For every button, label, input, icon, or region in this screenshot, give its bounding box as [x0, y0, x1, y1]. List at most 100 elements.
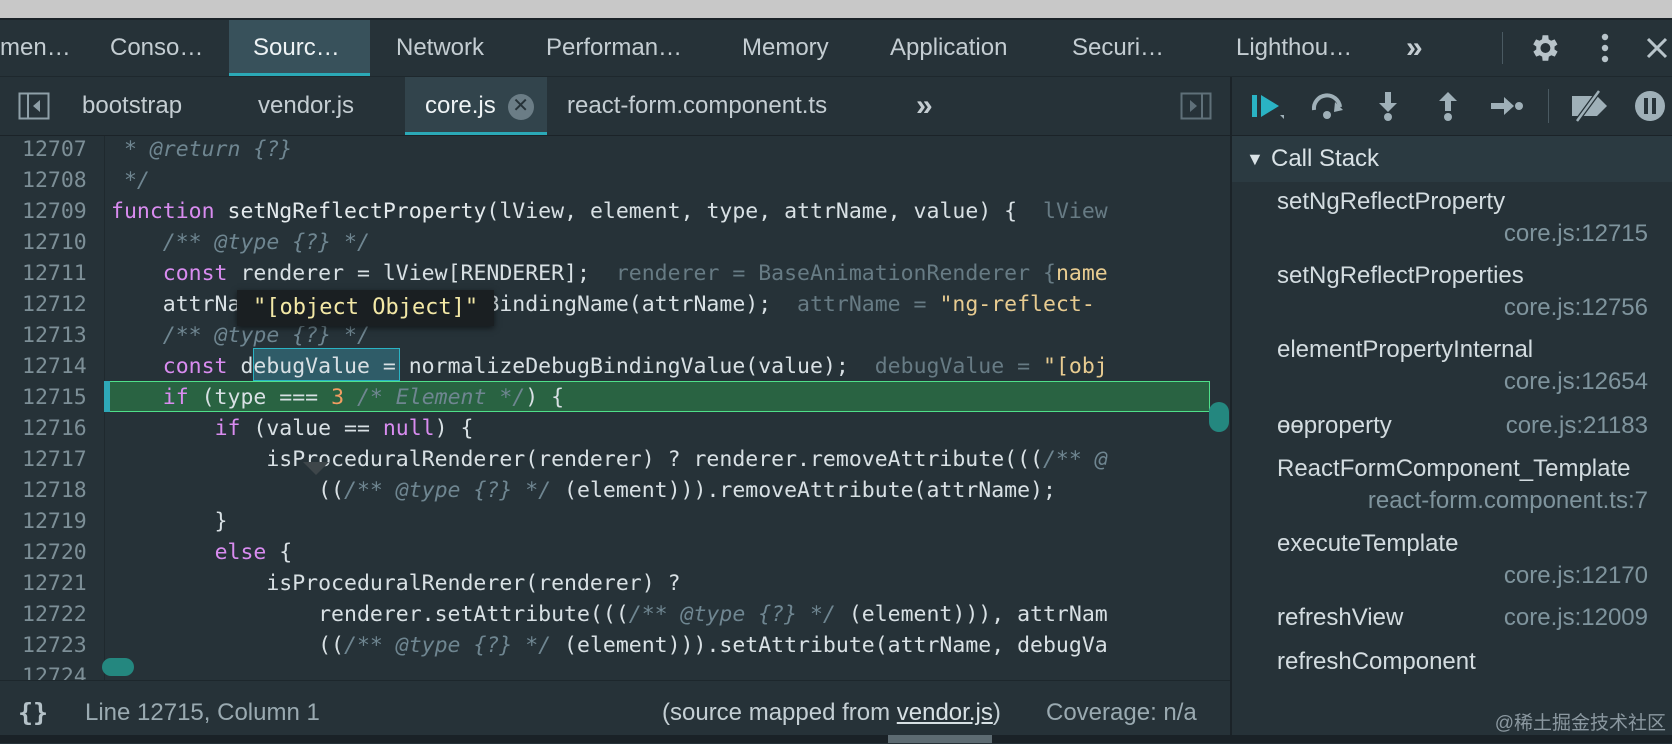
line-text: const renderer = lView[RENDERER]; render…	[162, 261, 1108, 286]
tab-elements[interactable]: men…	[0, 20, 96, 76]
call-frame-name[interactable]: refreshView	[1277, 604, 1403, 632]
line-text: if (value == null) {	[214, 416, 474, 441]
tab-vendor-js[interactable]: vendor.js	[258, 77, 354, 135]
step-out-icon[interactable]	[1430, 89, 1466, 123]
call-frame-location[interactable]: core.js:12654	[1504, 368, 1648, 396]
horizontal-scrollbar-thumb[interactable]	[102, 658, 134, 676]
tab-react-form-label: react-form.component.ts	[567, 92, 828, 119]
source-map-suffix: )	[992, 699, 1001, 726]
line-number: 12715	[22, 385, 87, 410]
line-number: 12714	[22, 354, 87, 379]
tab-security-label: Securi…	[1072, 34, 1165, 61]
call-frame-location[interactable]: core.js:12715	[1504, 220, 1648, 248]
pause-on-exceptions-icon[interactable]	[1632, 89, 1668, 123]
line-text: }	[111, 509, 228, 534]
tab-lighthouse[interactable]: Lighthou…	[1236, 20, 1352, 76]
settings-gear-icon[interactable]	[1524, 20, 1564, 76]
vertical-scrollbar-thumb[interactable]	[1209, 402, 1229, 432]
browser-top-strip	[0, 0, 1672, 18]
step-over-icon[interactable]	[1310, 89, 1346, 123]
tab-console-label: Conso…	[110, 34, 204, 61]
line-number: 12708	[22, 168, 87, 193]
tab-sources-label: Sourc…	[253, 34, 340, 61]
close-tab-icon[interactable]: ✕	[507, 93, 534, 120]
more-options-icon[interactable]	[1590, 20, 1620, 76]
call-frame-location[interactable]: core.js:21183	[1506, 412, 1648, 440]
tab-memory[interactable]: Memory	[742, 20, 829, 76]
toolbar-divider	[1502, 32, 1503, 64]
more-tabs-glyph: »	[1406, 31, 1423, 64]
tab-application[interactable]: Application	[890, 20, 1007, 76]
tab-core-js-label: core.js	[425, 92, 496, 119]
resume-icon[interactable]	[1250, 89, 1286, 123]
line-number: 12719	[22, 509, 87, 534]
bottom-scrollbar-thumb[interactable]	[888, 735, 992, 743]
close-devtools-icon[interactable]	[1642, 20, 1672, 76]
call-frame-name[interactable]: executeTemplate	[1277, 530, 1458, 558]
tab-performance[interactable]: Performan…	[546, 20, 682, 76]
tab-react-form-component[interactable]: react-form.component.ts	[567, 77, 827, 135]
toggle-debugger-icon[interactable]	[1180, 77, 1216, 135]
line-number: 12720	[22, 540, 87, 565]
source-map-link[interactable]: vendor.js	[897, 699, 993, 726]
line-number: 12709	[22, 199, 87, 224]
line-text: */	[111, 168, 150, 193]
code-editor[interactable]: 12707 * @return {?} 12708 */ 12709 functi…	[0, 136, 1230, 680]
line-number: 12710	[22, 230, 87, 255]
line-number: 12707	[22, 137, 87, 162]
more-editor-tabs-button[interactable]: »	[916, 77, 933, 135]
call-frame-name[interactable]: setNgReflectProperties	[1277, 262, 1524, 290]
tab-performance-label: Performan…	[546, 34, 683, 61]
more-editor-tabs-glyph: »	[916, 89, 933, 122]
line-number: 12713	[22, 323, 87, 348]
deactivate-breakpoints-icon[interactable]	[1568, 89, 1612, 123]
call-frame-location[interactable]: core.js:12170	[1504, 562, 1648, 590]
line-text: /** @type {?} */	[111, 230, 370, 255]
line-number: 12712	[22, 292, 87, 317]
debugger-sidebar: ▼ Call Stack setNgReflectProperty core.j…	[1232, 77, 1672, 743]
line-text: ((/** @type {?} */ (element))).setAttrib…	[111, 633, 1108, 658]
toolbar-divider	[1548, 89, 1549, 123]
call-frame-name[interactable]: ɵɵproperty	[1277, 412, 1392, 440]
step-into-icon[interactable]	[1370, 89, 1406, 123]
tooltip-arrow	[303, 462, 329, 475]
line-number: 12722	[22, 602, 87, 627]
toggle-navigator-icon[interactable]	[18, 77, 54, 135]
bottom-scrollbar[interactable]	[0, 735, 1672, 743]
call-frame-location[interactable]: core.js:12009	[1504, 604, 1648, 632]
call-frame-name[interactable]: setNgReflectProperty	[1277, 188, 1505, 216]
call-frame-name[interactable]: ReactFormComponent_Template	[1277, 455, 1631, 483]
line-number: 12711	[22, 261, 87, 286]
watermark: @稀土掘金技术社区	[1494, 713, 1666, 734]
tab-core-js[interactable]: core.js ✕	[405, 77, 547, 135]
line-number: 12718	[22, 478, 87, 503]
call-stack-title: Call Stack	[1271, 145, 1380, 172]
tab-network[interactable]: Network	[396, 20, 484, 76]
call-frame-location[interactable]: react-form.component.ts:7	[1368, 487, 1648, 515]
step-icon[interactable]	[1488, 89, 1524, 123]
tab-sources[interactable]: Sourc…	[229, 20, 370, 76]
editor-file-tabs: bootstrap vendor.js core.js ✕ react-form.…	[0, 77, 1230, 136]
call-stack-header[interactable]: ▼ Call Stack	[1232, 136, 1672, 182]
tab-bootstrap[interactable]: bootstrap	[82, 77, 182, 135]
tab-application-label: Application	[890, 34, 1008, 61]
line-text: * @return {?}	[111, 137, 293, 162]
devtools-panel-tabs: men… Conso… Sourc… Network Performan… Me…	[0, 20, 1672, 77]
source-map-prefix: (source mapped from	[662, 699, 897, 726]
line-text: const debugValue = normalizeDebugBinding…	[162, 354, 1108, 379]
line-number: 12724	[22, 664, 87, 680]
call-frame-name[interactable]: refreshComponent	[1277, 648, 1476, 676]
execution-marker	[104, 381, 110, 412]
tab-network-label: Network	[396, 34, 485, 61]
more-tabs-button[interactable]: »	[1406, 20, 1423, 76]
line-number: 12721	[22, 571, 87, 596]
tab-memory-label: Memory	[742, 34, 829, 61]
call-frame-name[interactable]: elementPropertyInternal	[1277, 336, 1533, 364]
line-text: isProceduralRenderer(renderer) ? rendere…	[111, 447, 1108, 472]
call-frame-location[interactable]: core.js:12756	[1504, 294, 1648, 322]
line-number: 12717	[22, 447, 87, 472]
line-text: renderer.setAttribute(((/** @type {?} */…	[111, 602, 1108, 627]
line-text: function setNgReflectProperty(lView, ele…	[111, 199, 1108, 224]
tab-security[interactable]: Securi…	[1072, 20, 1164, 76]
tab-console[interactable]: Conso…	[96, 20, 214, 76]
